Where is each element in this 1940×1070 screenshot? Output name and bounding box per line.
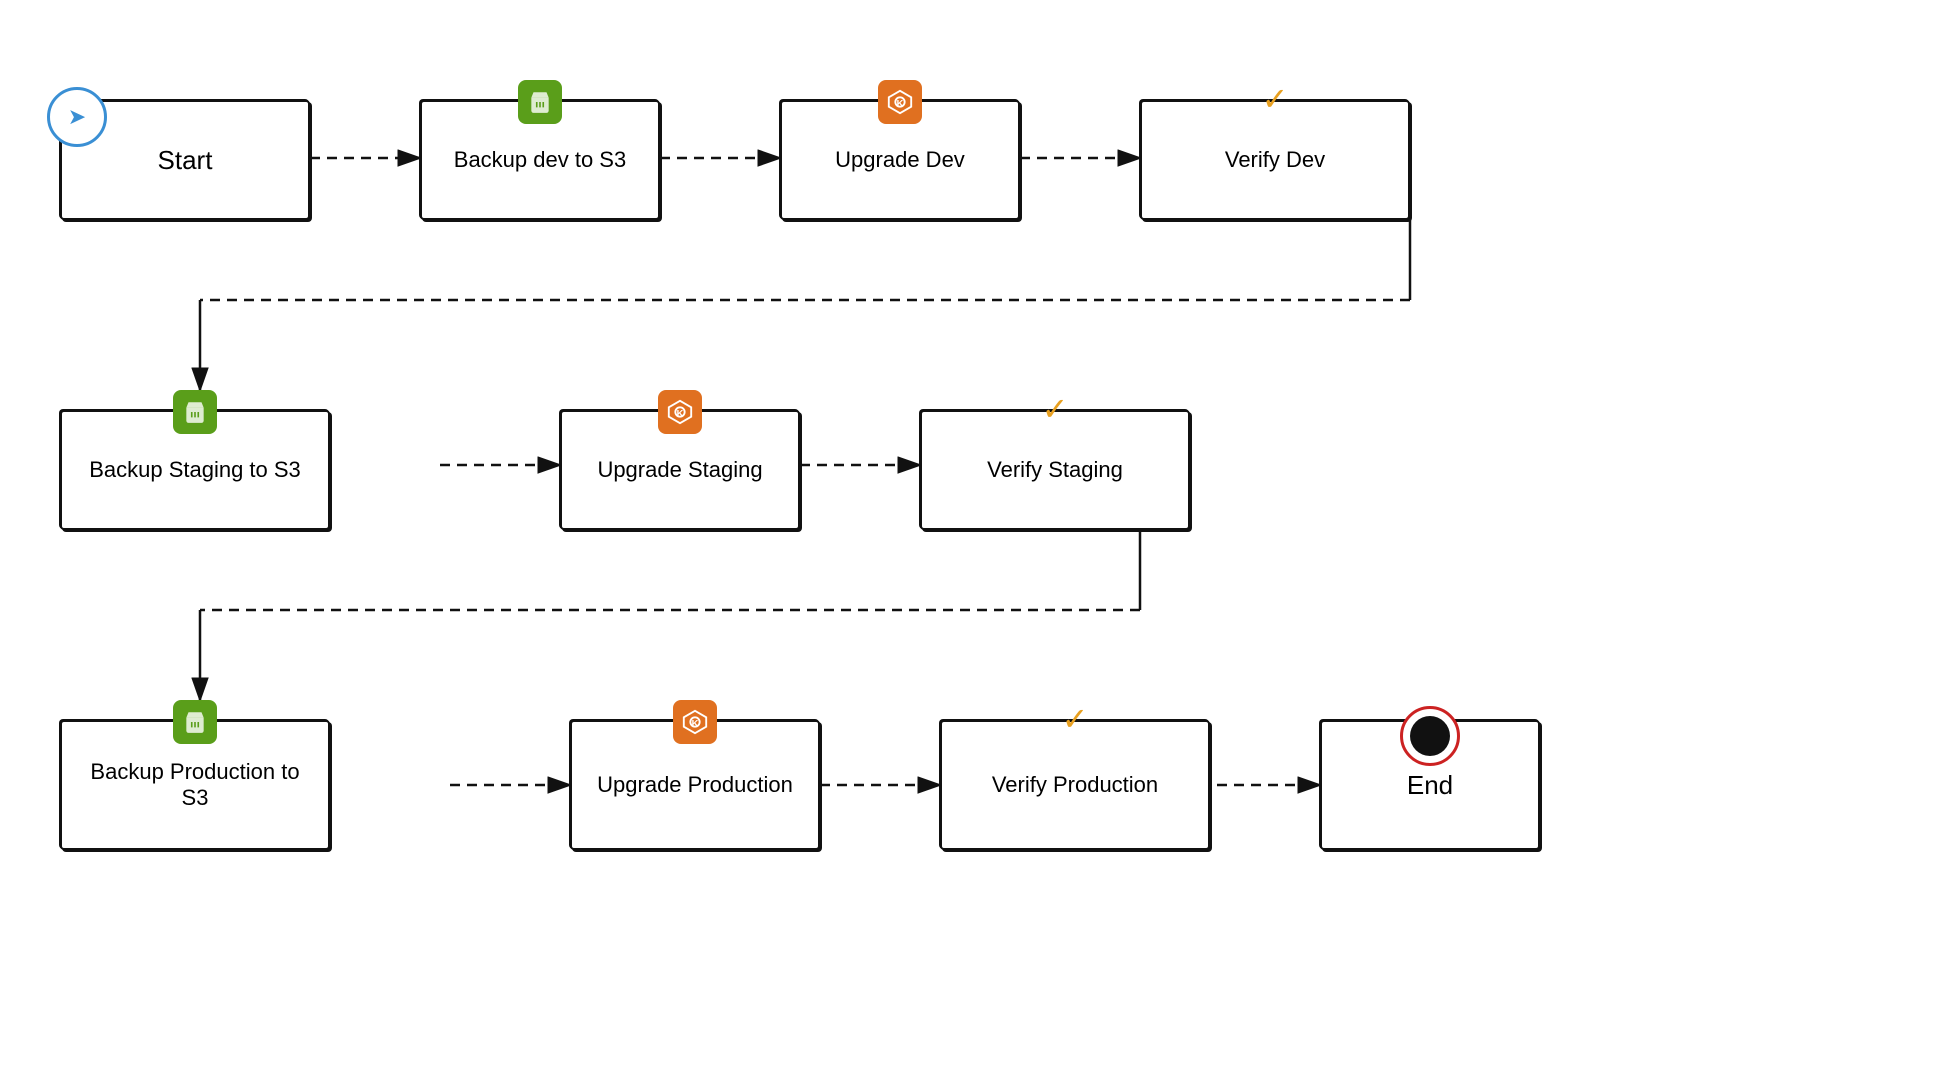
upgrade-staging-node: K Upgrade Staging [560,410,800,530]
bucket-icon-2 [173,390,217,434]
bucket-icon-1 [518,80,562,124]
end-label: End [1407,770,1453,801]
upgrade-dev-label: Upgrade Dev [835,147,965,173]
helm-icon-1: K [878,80,922,124]
backup-staging-node: Backup Staging to S3 [60,410,330,530]
start-node: ➤ Start [60,100,310,220]
verify-dev-label: Verify Dev [1225,147,1325,173]
verify-dev-node: ✓ Verify Dev [1140,100,1410,220]
upgrade-prod-node: K Upgrade Production [570,720,820,850]
end-inner-circle [1410,716,1450,756]
bucket-icon-3 [173,700,217,744]
start-icon: ➤ [68,104,86,130]
start-circle: ➤ [47,87,107,147]
svg-text:K: K [677,409,684,419]
check-icon-2: ✓ [1042,390,1069,428]
verify-prod-label: Verify Production [992,772,1158,798]
verify-staging-node: ✓ Verify Staging [920,410,1190,530]
helm-icon-3: K [673,700,717,744]
verify-staging-label: Verify Staging [987,457,1123,483]
end-circle [1400,706,1460,766]
upgrade-dev-node: K Upgrade Dev [780,100,1020,220]
helm-icon-2: K [658,390,702,434]
start-label: Start [158,145,213,176]
backup-dev-label: Backup dev to S3 [454,147,626,173]
end-node: End [1320,720,1540,850]
backup-dev-node: Backup dev to S3 [420,100,660,220]
svg-text:K: K [692,719,699,729]
backup-prod-node: Backup Production to S3 [60,720,330,850]
verify-prod-node: ✓ Verify Production [940,720,1210,850]
upgrade-staging-label: Upgrade Staging [597,457,762,483]
backup-prod-label: Backup Production to S3 [90,759,299,811]
backup-staging-label: Backup Staging to S3 [89,457,301,483]
check-icon-1: ✓ [1262,80,1289,118]
upgrade-prod-label: Upgrade Production [597,772,793,798]
check-icon-3: ✓ [1062,700,1089,738]
svg-text:K: K [897,99,904,109]
workflow-canvas: ➤ Start Backup dev to S3 K Upgrade Dev ✓… [0,0,1940,1070]
